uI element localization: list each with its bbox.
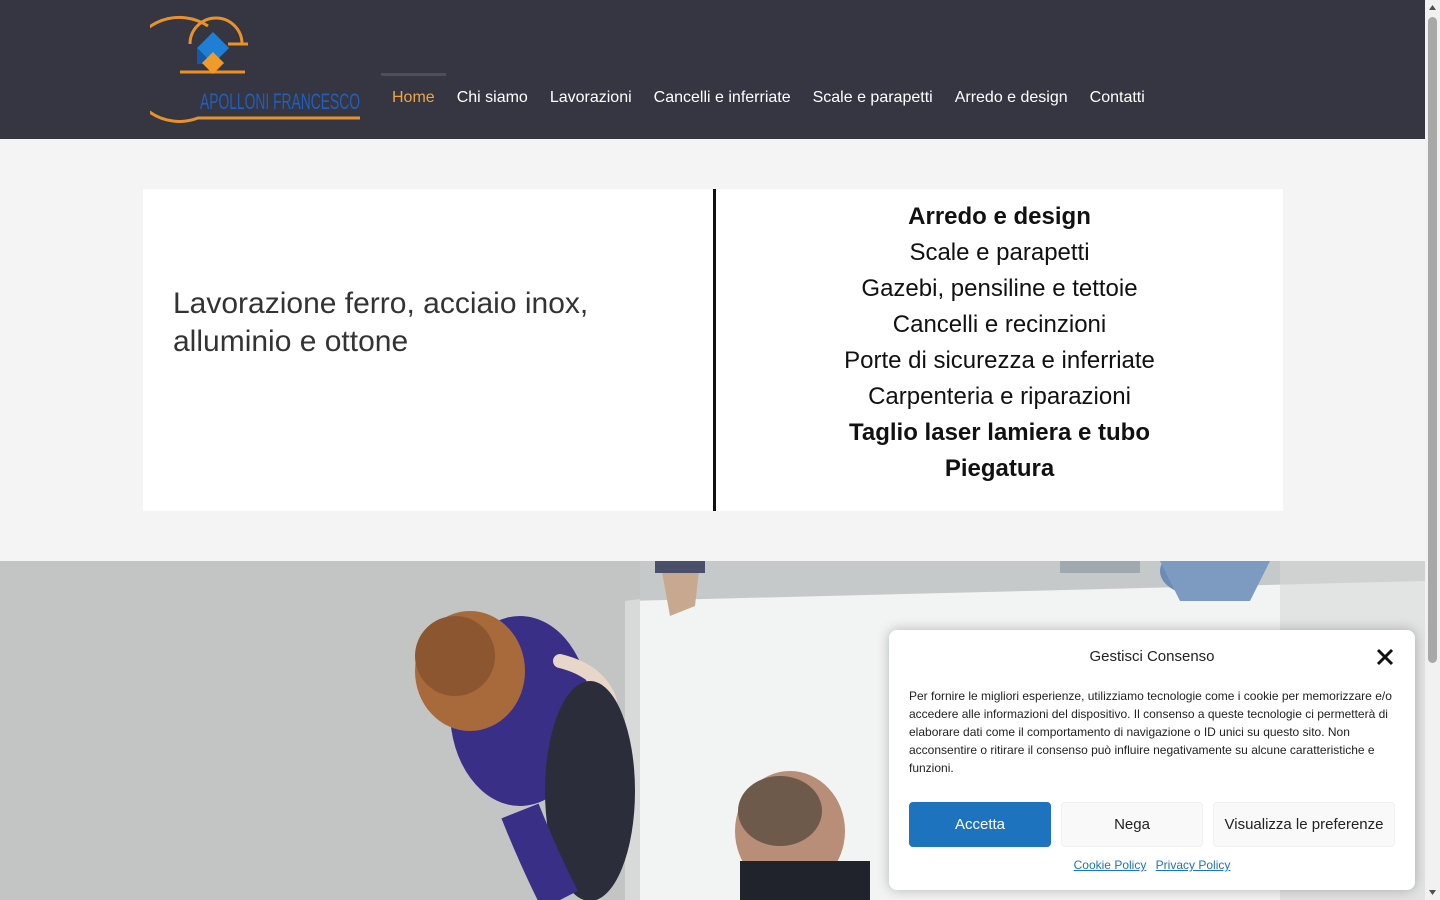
service-item: Arredo e design (908, 203, 1091, 230)
nav-item-lavorazioni[interactable]: Lavorazioni (539, 73, 643, 117)
view-preferences-button[interactable]: Visualizza le preferenze (1213, 802, 1395, 847)
hero-title: Lavorazione ferro, acciaio inox, allumin… (173, 287, 589, 358)
service-item: Scale e parapetti (909, 239, 1090, 266)
site-header: APOLLONI FRANCESCO Home Chi siamo Lavora… (0, 0, 1425, 139)
main-nav: Home Chi siamo Lavorazioni Cancelli e in… (381, 73, 1156, 117)
scroll-thumb[interactable] (1428, 17, 1437, 663)
logo-mark-icon: APOLLONI FRANCESCO (125, 15, 360, 123)
nav-item-cancelli[interactable]: Cancelli e inferriate (643, 73, 802, 117)
service-item: Porte di sicurezza e inferriate (844, 347, 1155, 374)
scroll-up-arrow-icon[interactable] (1425, 0, 1440, 15)
scroll-down-arrow-icon[interactable] (1425, 885, 1440, 900)
deny-button[interactable]: Nega (1061, 802, 1203, 847)
service-item: Piegatura (944, 455, 1055, 482)
page-scrollbar[interactable] (1425, 0, 1440, 900)
services-list: Arredo e design Scale e parapetti Gazebi… (716, 199, 1283, 487)
accept-button[interactable]: Accetta (909, 802, 1051, 847)
service-item: Taglio laser lamiera e tubo (849, 419, 1150, 446)
nav-item-arredo[interactable]: Arredo e design (944, 73, 1079, 117)
service-item: Gazebi, pensiline e tettoie (861, 275, 1138, 302)
privacy-policy-link[interactable]: Privacy Policy (1156, 858, 1231, 872)
nav-item-home[interactable]: Home (381, 73, 446, 117)
cookie-consent-dialog: Gestisci Consenso Per fornire le miglior… (889, 630, 1415, 890)
cookie-policy-link[interactable]: Cookie Policy (1074, 858, 1147, 872)
nav-item-chi-siamo[interactable]: Chi siamo (446, 73, 539, 117)
nav-item-scale[interactable]: Scale e parapetti (802, 73, 944, 117)
logo-text: APOLLONI FRANCESCO (200, 89, 360, 114)
site-logo[interactable]: APOLLONI FRANCESCO (125, 14, 365, 126)
service-item: Carpenteria e riparazioni (868, 383, 1131, 410)
hero-intro: Lavorazione ferro, acciaio inox, allumin… (143, 189, 714, 511)
service-item: Cancelli e recinzioni (892, 311, 1107, 338)
cookie-description: Per fornire le migliori esperienze, util… (909, 689, 1392, 775)
cookie-links: Cookie Policy Privacy Policy (889, 858, 1415, 872)
nav-item-contatti[interactable]: Contatti (1079, 73, 1156, 117)
cookie-title: Gestisci Consenso (1089, 648, 1215, 665)
hero-section: Lavorazione ferro, acciaio inox, allumin… (143, 189, 1283, 511)
close-icon[interactable] (1373, 645, 1397, 669)
